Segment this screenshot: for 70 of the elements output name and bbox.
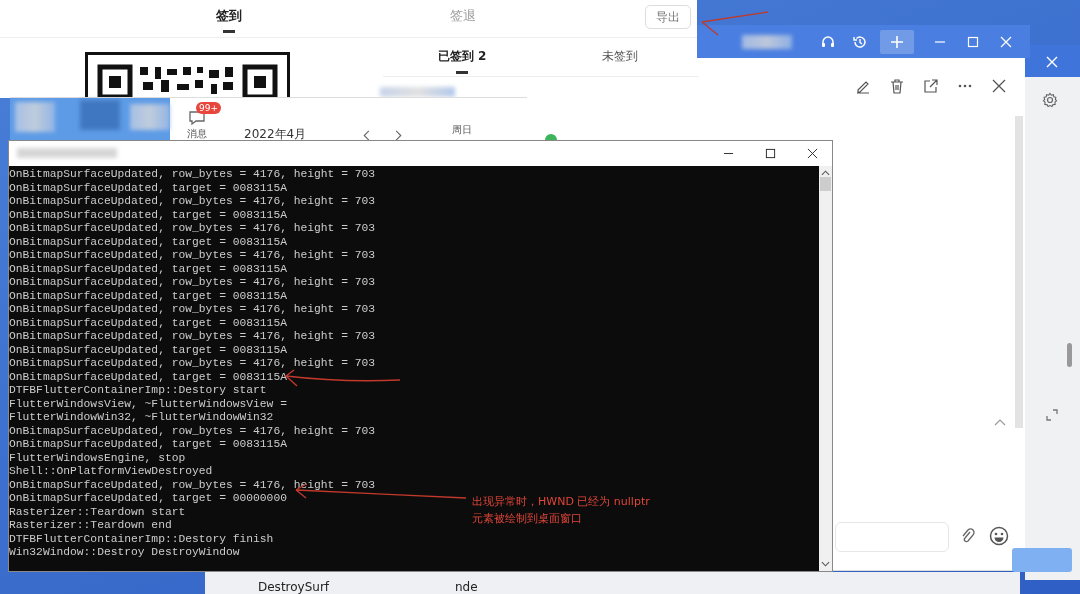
redacted-block <box>742 35 792 49</box>
console-line: OnBitmapSurfaceUpdated, target = 0083115A <box>9 235 287 249</box>
console-line: OnBitmapSurfaceUpdated, target = 0083115A <box>9 181 287 195</box>
emoji-icon[interactable] <box>989 526 1009 546</box>
export-button[interactable]: 导出 <box>645 5 691 29</box>
redacted-block <box>80 100 120 130</box>
expand-icon[interactable] <box>1045 408 1059 422</box>
console-line: FlutterWindowsView, ~FlutterWindowsView = <box>9 397 287 411</box>
console-line: OnBitmapSurfaceUpdated, row_bytes = 4176, height = 703 <box>9 424 376 438</box>
console-line: OnBitmapSurfaceUpdated, target = 0083115A <box>9 438 287 452</box>
console-line: DTFBFlutterContainerImp::Destory start <box>9 384 267 398</box>
console-line: OnBitmapSurfaceUpdated, row_bytes = 4176, height = 703 <box>9 195 376 209</box>
redacted-block <box>15 102 55 132</box>
annotation-text: 元素被绘制到桌面窗口 <box>472 511 582 527</box>
chevron-left-icon[interactable] <box>363 130 371 141</box>
window-text: DestroySurf <box>258 580 330 594</box>
console-line: OnBitmapSurfaceUpdated, row_bytes = 4176, height = 703 <box>9 330 376 344</box>
chat-icon[interactable] <box>188 110 206 126</box>
tab[interactable]: 未签到 <box>541 38 699 76</box>
console-line: OnBitmapSurfaceUpdated, target = 0083115A <box>9 208 287 222</box>
annotation-text: 出现异常时，HWND 已经为 nullptr <box>472 494 650 510</box>
scrollbar[interactable] <box>819 166 832 571</box>
chevron-up-icon[interactable] <box>994 418 1006 426</box>
console-line: OnBitmapSurfaceUpdated, target = 0083115A <box>9 343 287 357</box>
scroll-up-icon[interactable] <box>821 170 830 176</box>
add-button[interactable] <box>880 30 914 54</box>
console-line: OnBitmapSurfaceUpdated, row_bytes = 4176, height = 703 <box>9 303 376 317</box>
close-icon[interactable] <box>991 78 1007 94</box>
month-label: 2022年4月 <box>244 128 307 141</box>
history-icon[interactable] <box>852 34 868 50</box>
console-line: Win32Window::Destroy DestroyWindow <box>9 546 240 560</box>
console-line: OnBitmapSurfaceUpdated, row_bytes = 4176, height = 703 <box>9 168 376 182</box>
console-line: OnBitmapSurfaceUpdated, target = 0083115A <box>9 262 287 276</box>
trash-icon[interactable] <box>889 78 905 94</box>
console-line: OnBitmapSurfaceUpdated, row_bytes = 4176, height = 703 <box>9 357 376 371</box>
console-line: OnBitmapSurfaceUpdated, row_bytes = 4176, height = 703 <box>9 249 376 263</box>
headset-icon[interactable] <box>820 34 836 50</box>
input-field[interactable] <box>835 522 949 552</box>
console-line: OnBitmapSurfaceUpdated, row_bytes = 4176, height = 703 <box>9 222 376 236</box>
messages-label[interactable]: 消息 <box>187 128 207 140</box>
tab[interactable]: 签到 <box>112 0 346 37</box>
tab[interactable]: 已签到 2 <box>383 38 541 76</box>
scrollbar-thumb[interactable] <box>1067 343 1072 367</box>
weekday-header: 周日 <box>452 124 472 136</box>
console-line: DTFBFlutterContainerImp::Destory finish <box>9 532 274 546</box>
console-line: OnBitmapSurfaceUpdated, row_bytes = 4176, height = 703 <box>9 478 376 492</box>
console-line: OnBitmapSurfaceUpdated, target = 0083115A <box>9 370 287 384</box>
console-line: FlutterWindowWin32, ~FlutterWindowWin32 <box>9 411 274 425</box>
console-line: OnBitmapSurfaceUpdated, target = 0083115A <box>9 289 287 303</box>
console-line: OnBitmapSurfaceUpdated, target = 0083115A <box>9 316 287 330</box>
console-line: OnBitmapSurfaceUpdated, target = 00000000 <box>9 492 287 506</box>
scrollbar[interactable] <box>1015 116 1023 428</box>
external-link-icon[interactable] <box>923 78 939 94</box>
annotation-arrow <box>701 11 769 36</box>
chevron-right-icon[interactable] <box>394 130 402 141</box>
console-line: OnBitmapSurfaceUpdated, row_bytes = 4176, height = 703 <box>9 276 376 290</box>
paperclip-icon[interactable] <box>960 528 976 544</box>
console-line: Rasterizer::Teardown end <box>9 519 172 533</box>
scroll-down-icon[interactable] <box>821 561 830 567</box>
scrollbar-thumb[interactable] <box>820 176 831 191</box>
settings-icon[interactable] <box>1042 92 1058 108</box>
maximize-icon[interactable] <box>765 148 776 159</box>
close-icon[interactable] <box>807 148 818 159</box>
console-line: Shell::OnPlatformViewDestroyed <box>9 465 213 479</box>
unread-badge: 99+ <box>196 102 221 114</box>
window-text: nde <box>455 580 478 594</box>
redacted-block <box>130 104 170 130</box>
console-line: Rasterizer::Teardown start <box>9 505 186 519</box>
console-line: FlutterWindowsEngine, stop <box>9 451 186 465</box>
plus-icon <box>889 34 905 50</box>
